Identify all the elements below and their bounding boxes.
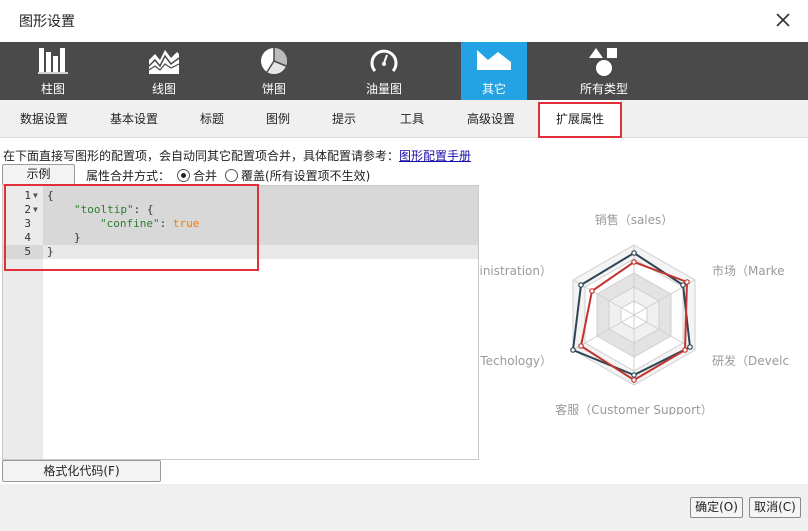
config-hint: 在下面直接写图形的配置项，会自动同其它配置项合并，具体配置请参考：图形配置手册	[3, 147, 471, 164]
line-number: 1	[24, 189, 31, 202]
json-key: "tooltip"	[74, 203, 134, 216]
all-types-icon	[589, 48, 617, 76]
merge-mode-label: 属性合并方式：	[86, 169, 171, 183]
json-key: "confine"	[100, 217, 160, 230]
code-text: }	[74, 231, 81, 244]
code-line[interactable]: 4 }	[3, 231, 478, 245]
override-radio[interactable]: 覆盖(所有设置项不生效)	[225, 167, 370, 184]
line-number: 5	[24, 245, 31, 258]
code-line[interactable]: 3 "confine": true	[3, 217, 478, 231]
code-text: "tooltip": {	[74, 203, 153, 217]
fold-arrow-icon[interactable]: ▼	[33, 203, 38, 217]
chart-type-label: 柱图	[40, 82, 65, 96]
ok-button[interactable]: 确定(O)	[690, 497, 743, 518]
chart-type-other[interactable]: 其它	[461, 42, 527, 100]
window-title: 图形设置	[19, 14, 75, 30]
code-line[interactable]: 2 ▼ "tooltip": {	[3, 203, 478, 217]
config-manual-link[interactable]: 图形配置手册	[399, 149, 471, 163]
title-bar: 图形设置	[0, 0, 808, 42]
radar-label-upper-right: 市场（Marke	[712, 263, 785, 278]
tab-tools[interactable]: 工具	[386, 100, 438, 138]
chart-type-gauge[interactable]: 油量图	[351, 42, 417, 100]
pie-chart-icon	[261, 48, 287, 75]
radar-label-lower-right: 研发（Develc	[712, 353, 789, 368]
merge-radio-label: 合并	[193, 169, 218, 183]
example-button[interactable]: 示例	[2, 164, 75, 185]
code-line[interactable]: 5 }	[3, 245, 478, 259]
tab-basic-settings[interactable]: 基本设置	[100, 100, 168, 138]
fold-arrow-icon[interactable]: ▼	[33, 189, 38, 203]
chart-type-all[interactable]: 所有类型	[571, 42, 637, 100]
chart-type-label: 线图	[151, 82, 176, 96]
bar-chart-icon	[38, 48, 68, 74]
tab-advanced[interactable]: 高级设置	[456, 100, 526, 138]
gauge-icon	[370, 49, 398, 72]
chart-type-label: 所有类型	[579, 82, 628, 96]
override-radio-label: 覆盖(所有设置项不生效)	[241, 169, 371, 183]
tab-legend[interactable]: 图例	[252, 100, 304, 138]
tab-title[interactable]: 标题	[186, 100, 238, 138]
dialog-footer	[0, 484, 808, 531]
radar-label-bottom: 客服（Customer Support）	[555, 402, 713, 415]
tab-data-settings[interactable]: 数据设置	[0, 100, 88, 138]
cancel-button[interactable]: 取消(C)	[749, 497, 801, 518]
chart-type-label: 其它	[481, 82, 506, 96]
chart-type-line-chart[interactable]: 线图	[131, 42, 197, 100]
chart-type-label: 饼图	[261, 82, 286, 96]
line-number: 3	[24, 217, 31, 230]
code-text: "confine": true	[100, 217, 199, 231]
code-editor[interactable]: 1 ▼ { 2 ▼ "tooltip": { 3 "confine": true…	[2, 185, 479, 460]
line-number: 2	[24, 203, 31, 216]
radar-label-lower-left: Techology）	[480, 354, 552, 368]
chart-type-label: 油量图	[365, 82, 402, 96]
chart-type-pie-chart[interactable]: 饼图	[241, 42, 307, 100]
override-radio-dot[interactable]	[225, 169, 238, 182]
chart-preview: 销售（sales） 市场（Marke 研发（Develc 客服（Customer…	[472, 185, 808, 417]
code-text: }	[47, 245, 54, 258]
hint-text: 在下面直接写图形的配置项，会自动同其它配置项合并，具体配置请参考：	[3, 149, 400, 163]
merge-radio-dot[interactable]	[177, 169, 190, 182]
close-icon[interactable]	[774, 11, 792, 29]
settings-tabs: 数据设置 基本设置 标题 图例 提示 工具 高级设置 扩展属性	[0, 100, 808, 139]
json-punct: :	[159, 217, 173, 230]
code-text: {	[47, 189, 54, 202]
radar-label-upper-left: ninistration）	[480, 264, 552, 278]
format-code-button[interactable]: 格式化代码(F)	[2, 460, 161, 482]
json-punct: : {	[133, 203, 154, 216]
radar-label-top: 销售（sales）	[595, 212, 674, 227]
code-line[interactable]: 1 ▼ {	[3, 189, 478, 203]
tab-tooltip[interactable]: 提示	[318, 100, 370, 138]
other-chart-icon	[477, 50, 511, 70]
tab-extended-properties[interactable]: 扩展属性	[540, 100, 620, 139]
json-value: true	[172, 217, 200, 230]
radar-preview-svg: 销售（sales） 市场（Marke 研发（Develc 客服（Customer…	[472, 212, 789, 417]
line-number: 4	[24, 231, 31, 244]
chart-type-bar: 柱图 线图 饼图 油量图 其它 所有类型	[0, 42, 808, 100]
merge-radio[interactable]: 合并	[177, 167, 217, 184]
line-chart-icon	[148, 50, 180, 74]
chart-type-bar-chart[interactable]: 柱图	[20, 42, 86, 100]
